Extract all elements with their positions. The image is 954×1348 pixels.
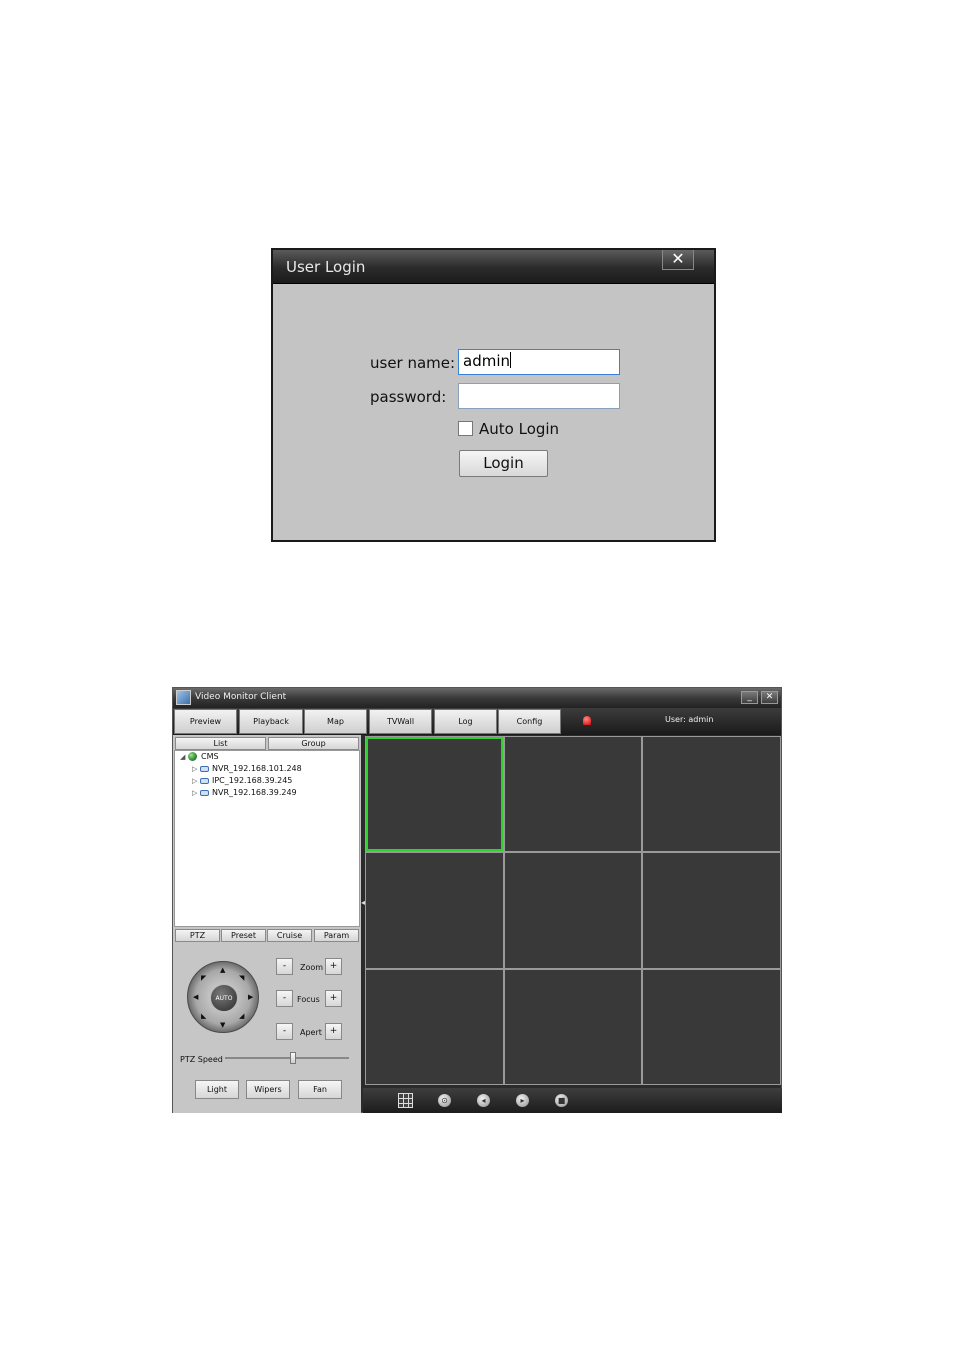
pan-up-icon[interactable]: ▲ [220,966,225,974]
pan-down-right-icon[interactable]: ◢ [239,1012,244,1020]
zoom-label: Zoom [300,963,324,972]
next-icon[interactable]: ▸ [516,1094,529,1107]
main-tab-bar: Preview Playback Map TVWall Log Config U… [173,708,781,735]
pan-up-right-icon[interactable]: ◥ [239,974,244,982]
video-cell[interactable] [643,853,780,968]
device-icon [200,765,209,772]
collapsed-arrow-icon[interactable]: ▷ [192,789,200,797]
pan-right-icon[interactable]: ▶ [248,993,253,1001]
tab-list[interactable]: List [175,737,266,750]
video-cell[interactable] [643,737,780,852]
alarm-bell-icon[interactable] [583,716,591,725]
current-user: User: admin [665,715,714,724]
ptz-speed-slider[interactable] [225,1052,349,1064]
tree-root-label: CMS [201,752,219,761]
close-icon: ✕ [765,692,774,702]
tab-preset[interactable]: Preset [221,929,266,942]
collapsed-arrow-icon[interactable]: ▷ [192,777,200,785]
tree-item-label: IPC_192.168.39.245 [212,776,293,785]
minimize-button[interactable]: _ [741,691,758,704]
login-button[interactable]: Login [459,450,548,477]
tree-root[interactable]: ◢ CMS [180,752,219,761]
focus-minus-button[interactable]: - [276,990,293,1007]
app-icon [176,690,191,705]
username-label: user name: [370,354,456,372]
auto-login-checkbox[interactable] [458,421,473,436]
tab-log[interactable]: Log [434,709,497,734]
tab-param[interactable]: Param [314,929,359,942]
window-close-button[interactable]: ✕ [761,691,778,704]
tree-item-device[interactable]: ▷ NVR_192.168.39.249 [192,788,297,797]
video-cell[interactable] [643,969,780,1084]
video-cell[interactable] [504,737,642,852]
pan-up-left-icon[interactable]: ◤ [201,974,206,982]
username-input[interactable]: admin [458,349,620,375]
auto-login-label[interactable]: Auto Login [479,420,559,438]
dialog-title: User Login [286,258,366,276]
video-cell[interactable] [366,853,503,968]
stop-icon[interactable]: ■ [555,1094,568,1107]
ptz-speed-thumb[interactable] [290,1052,297,1064]
left-panel: List Group ◢ CMS ▷ NVR_192.168.101.248 ▷ IP… [173,735,361,1113]
tab-tvwall[interactable]: TVWall [369,709,432,734]
aperture-label: Apert [300,1028,322,1037]
close-icon: ✕ [671,249,685,268]
capture-icon[interactable]: ⊙ [438,1094,451,1107]
password-input[interactable] [458,383,620,409]
video-cell[interactable] [504,853,642,968]
tab-cruise[interactable]: Cruise [267,929,312,942]
aperture-minus-button[interactable]: - [276,1023,293,1040]
aperture-plus-button[interactable]: + [325,1023,342,1040]
ptz-direction-pad[interactable]: ▲ ▼ ◀ ▶ ◤ ◥ ◣ ◢ AUTO [187,961,259,1033]
layout-icon[interactable] [398,1093,413,1108]
ptz-speed-label: PTZ Speed [180,1055,223,1064]
previous-icon[interactable]: ◂ [477,1094,490,1107]
dialog-title-bar: User Login ✕ [273,250,714,284]
dialog-close-button[interactable]: ✕ [662,250,694,270]
tab-ptz[interactable]: PTZ [175,929,220,942]
focus-label: Focus [297,995,320,1004]
focus-plus-button[interactable]: + [325,990,342,1007]
minimize-icon: _ [747,692,752,702]
pan-left-icon[interactable]: ◀ [193,993,198,1001]
tab-config[interactable]: Config [498,709,561,734]
tab-map[interactable]: Map [304,709,367,734]
collapsed-arrow-icon[interactable]: ▷ [192,765,200,773]
expanded-arrow-icon[interactable]: ◢ [180,753,188,761]
pan-down-left-icon[interactable]: ◣ [201,1012,206,1020]
video-cell[interactable] [504,969,642,1084]
wipers-button[interactable]: Wipers [246,1080,290,1099]
window-title: Video Monitor Client [195,692,287,702]
zoom-plus-button[interactable]: + [325,958,342,975]
video-monitor-client-window: Video Monitor Client _ ✕ Preview Playbac… [172,687,782,1113]
text-caret [510,352,511,368]
fan-button[interactable]: Fan [298,1080,342,1099]
video-cell[interactable] [366,969,503,1084]
tab-preview[interactable]: Preview [174,709,237,734]
bottom-toolbar: ⊙ ◂ ▸ ■ [363,1088,782,1113]
tree-item-device[interactable]: ▷ NVR_192.168.101.248 [192,764,302,773]
globe-icon [188,752,197,761]
video-cell[interactable] [366,737,503,852]
tree-item-device[interactable]: ▷ IPC_192.168.39.245 [192,776,292,785]
tab-playback[interactable]: Playback [239,709,303,734]
video-grid [365,736,781,1085]
username-value: admin [463,352,510,370]
tab-group[interactable]: Group [268,737,359,750]
zoom-minus-button[interactable]: - [276,958,293,975]
device-icon [200,789,209,796]
ptz-auto-button[interactable]: AUTO [210,984,238,1012]
user-login-dialog: User Login ✕ user name: admin password: … [271,248,716,542]
device-tree: ◢ CMS ▷ NVR_192.168.101.248 ▷ IPC_192.168.3… [174,750,360,927]
tree-item-label: NVR_192.168.39.249 [212,788,297,797]
tree-item-label: NVR_192.168.101.248 [212,764,302,773]
window-title-bar: Video Monitor Client _ ✕ [173,688,781,708]
password-label: password: [370,388,447,406]
device-icon [200,777,209,784]
light-button[interactable]: Light [195,1080,239,1099]
pan-down-icon[interactable]: ▼ [220,1021,225,1029]
